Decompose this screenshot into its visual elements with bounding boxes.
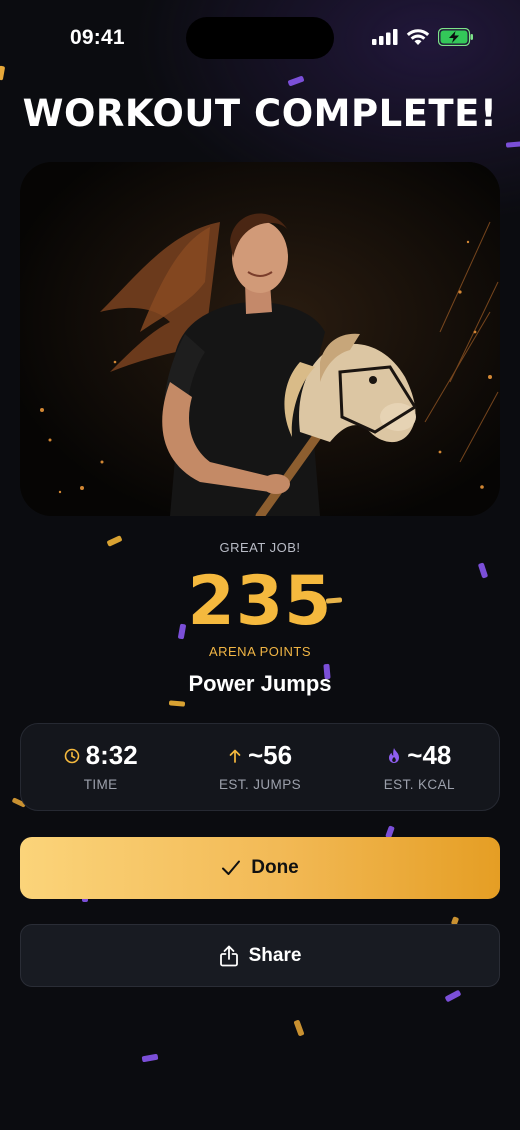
stat-time: 8:32 TIME: [21, 724, 180, 810]
arena-points-label: ARENA POINTS: [208, 644, 312, 659]
wifi-icon: [406, 29, 430, 45]
flame-icon: [389, 748, 400, 763]
arrow-up-icon: [229, 749, 241, 763]
stat-jumps-value: ~56: [247, 740, 293, 770]
great-job-text: GREAT JOB!: [219, 540, 301, 555]
arena-points-value: 235: [187, 562, 333, 641]
stat-time-value: 8:32: [85, 740, 138, 770]
cellular-signal-icon: [372, 29, 398, 45]
clock-icon: [64, 748, 79, 763]
share-button-label: Share: [248, 944, 302, 966]
confetti-piece: [293, 1019, 305, 1037]
stat-jumps-label: EST. JUMPS: [218, 777, 301, 792]
done-button[interactable]: Done: [20, 837, 500, 899]
confetti-piece: [141, 1053, 159, 1063]
share-button[interactable]: Share: [20, 924, 500, 987]
battery-charging-icon: [438, 28, 473, 46]
page-title: WORKOUT COMPLETE!: [22, 92, 498, 135]
status-bar: 09:41: [0, 0, 520, 80]
hero-image: [20, 162, 500, 516]
confetti-piece: [168, 700, 186, 707]
stat-kcal: ~48 EST. KCAL: [340, 724, 499, 810]
stat-jumps: ~56 EST. JUMPS: [180, 724, 339, 810]
done-button-label: Done: [251, 857, 299, 878]
checkmark-icon: [222, 860, 241, 875]
stat-kcal-value: ~48: [407, 740, 452, 770]
workout-name: Power Jumps: [188, 671, 332, 696]
confetti-piece: [444, 989, 462, 1003]
rider-on-hobby-horse-illustration: [20, 162, 500, 516]
stat-kcal-label: EST. KCAL: [383, 777, 455, 792]
status-icons: [372, 28, 474, 46]
dynamic-island: [186, 17, 334, 59]
status-time: 09:41: [70, 26, 125, 49]
confetti-piece: [505, 141, 520, 148]
stats-card: 8:32 TIME ~56 EST. JUMPS ~48 EST. KCAL: [20, 723, 500, 811]
stat-time-label: TIME: [83, 777, 118, 792]
share-icon: [219, 945, 238, 966]
